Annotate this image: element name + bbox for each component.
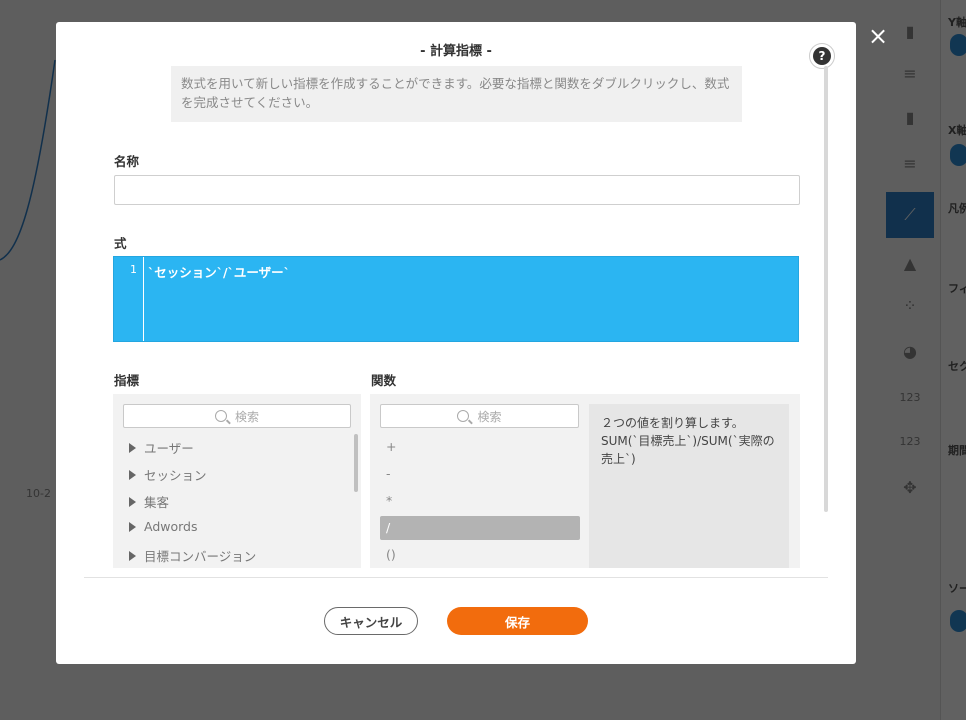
metric-tree-item[interactable]: ユーザー xyxy=(129,438,194,457)
help-button[interactable]: ? xyxy=(809,43,835,69)
formula-editor[interactable]: 1 `セッション`/`ユーザー` xyxy=(113,256,799,342)
metric-tree-item[interactable]: セッション xyxy=(129,465,207,484)
save-button[interactable]: 保存 xyxy=(447,607,588,635)
caret-right-icon xyxy=(129,442,136,453)
function-item[interactable]: + xyxy=(380,435,580,459)
function-item[interactable]: - xyxy=(380,462,580,486)
function-item[interactable]: * xyxy=(380,489,580,513)
calculated-metric-dialog: - 計算指標 - ? 数式を用いて新しい指標を作成することができます。必要な指標… xyxy=(56,22,856,664)
metric-tree-label: 集客 xyxy=(144,495,170,510)
caret-right-icon xyxy=(129,521,136,532)
metrics-scrollbar[interactable] xyxy=(354,434,358,492)
footer-divider xyxy=(84,577,828,578)
metric-tree-item[interactable]: Adwords xyxy=(129,519,198,534)
question-icon: ? xyxy=(813,47,831,65)
metric-tree-label: Adwords xyxy=(144,519,198,534)
editor-gutter: 1 xyxy=(114,257,144,341)
metric-tree-label: セッション xyxy=(144,468,207,483)
functions-panel: 検索 + - * / () ２つの値を割り算します。SUM(`目標売上`)/SUM(`実… xyxy=(370,394,800,568)
caret-right-icon xyxy=(129,550,136,561)
caret-right-icon xyxy=(129,469,136,480)
function-item[interactable]: () xyxy=(380,543,580,567)
metrics-search-placeholder: 検索 xyxy=(234,409,259,424)
metric-tree-label: ユーザー xyxy=(144,441,194,456)
name-label: 名称 xyxy=(114,154,140,169)
metric-tree-item[interactable]: 目標コンバージョン xyxy=(129,546,256,565)
line-number: 1 xyxy=(130,263,137,276)
close-icon[interactable]: × xyxy=(866,22,890,50)
functions-search-placeholder: 検索 xyxy=(477,409,502,424)
caret-right-icon xyxy=(129,496,136,507)
dialog-scrollbar[interactable] xyxy=(824,66,828,512)
dialog-description: 数式を用いて新しい指標を作成することができます。必要な指標と関数をダブルクリック… xyxy=(171,66,742,122)
formula-label: 式 xyxy=(114,236,127,251)
dialog-title: - 計算指標 - xyxy=(420,44,492,59)
metric-tree-item[interactable]: 集客 xyxy=(129,492,169,511)
cancel-button[interactable]: キャンセル xyxy=(324,607,418,635)
name-input[interactable] xyxy=(114,175,800,205)
metrics-panel: 検索 ユーザーセッション集客 Adwords 目標コンバージョン xyxy=(113,394,361,568)
formula-text[interactable]: `セッション`/`ユーザー` xyxy=(148,262,290,281)
function-description: ２つの値を割り算します。SUM(`目標売上`)/SUM(`実際の売上`) xyxy=(589,404,789,568)
metrics-search-input[interactable]: 検索 xyxy=(123,404,351,428)
search-icon xyxy=(214,410,227,422)
function-item[interactable]: / xyxy=(380,516,580,540)
metric-tree-label: 目標コンバージョン xyxy=(144,549,257,564)
metrics-label: 指標 xyxy=(114,373,140,388)
functions-search-input[interactable]: 検索 xyxy=(380,404,579,428)
search-icon xyxy=(457,410,470,422)
functions-label: 関数 xyxy=(371,373,397,388)
